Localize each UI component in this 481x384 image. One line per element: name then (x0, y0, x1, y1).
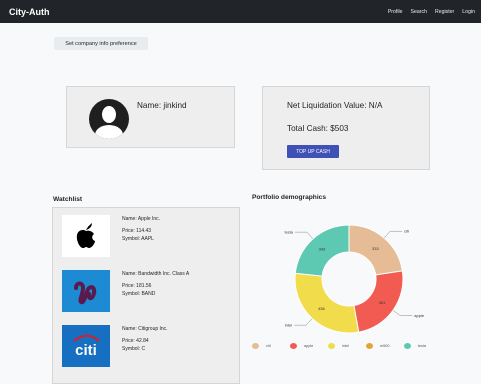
legend-label-citi: citi (266, 344, 271, 348)
svg-text:citi: citi (75, 342, 97, 359)
watchlist-panel: Name: Apple Inc. Price: 114.43 Symbol: A… (52, 207, 240, 384)
profile-card: Name: jinkind (66, 86, 235, 148)
stock-name: Name: Apple Inc. (122, 216, 161, 222)
legend-item-intel[interactable]: intel (328, 341, 366, 351)
profile-name: Name: jinkind (137, 101, 187, 110)
leader-line-tesla (294, 231, 314, 239)
stock-name: Name: Bandwidth Inc. Class A (122, 271, 190, 277)
stock-price: Price: 114.43 (122, 228, 152, 234)
stock-price: Price: 42.84 (122, 338, 149, 344)
bandwidth-logo (62, 270, 110, 312)
net-liquidation-value: Net Liquidation Value: N/A (287, 101, 383, 110)
slice-label-citi: citi (404, 229, 409, 234)
watchlist-item[interactable]: Name: Bandwidth Inc. Class A Price: 181.… (62, 270, 237, 316)
nav-search-link[interactable]: Search (411, 9, 427, 15)
slice-label-intel: intel (285, 323, 292, 328)
set-company-preference-button[interactable]: Set company info preference (54, 37, 148, 50)
total-cash: Total Cash: $503 (287, 124, 349, 133)
citi-logo-icon: citi (73, 334, 100, 359)
legend-item-tesla[interactable]: tesla (404, 341, 442, 351)
legend-swatch-citi (252, 343, 259, 349)
leader-line-intel (294, 318, 313, 326)
leader-line-citi (384, 230, 403, 239)
apple-logo-icon (76, 223, 95, 248)
nav-register-link[interactable]: Register (435, 9, 454, 15)
leader-line-apple (392, 310, 413, 316)
legend-swatch-intel (328, 343, 335, 349)
stock-name: Name: Citigroup Inc. (122, 326, 168, 332)
stock-symbol: Symbol: C (122, 346, 146, 352)
legend-label-intel: intel (342, 344, 349, 348)
watchlist-item[interactable]: Name: Apple Inc. Price: 114.43 Symbol: A… (62, 215, 237, 261)
watchlist-title: Watchlist (53, 196, 83, 203)
legend-swatch-tesla (404, 343, 411, 349)
slice-value-tesla: 343 (319, 246, 326, 251)
nav-links: Profile Search Register Login (388, 9, 475, 15)
slice-value-intel: 436 (318, 306, 325, 311)
legend-item-m500[interactable]: m500 (366, 341, 404, 351)
legend-swatch-apple (290, 343, 297, 349)
slice-label-tesla: tesla (284, 230, 293, 235)
stock-price: Price: 181.56 (122, 283, 152, 289)
avatar-icon (89, 99, 129, 139)
stock-symbol: Symbol: AAPL (122, 236, 154, 242)
legend-swatch-m500 (366, 343, 373, 349)
stock-symbol: Symbol: BAND (122, 291, 156, 297)
chart-legend: citi apple intel m500 tesla (252, 341, 481, 351)
citi-logo: citi (62, 325, 110, 367)
legend-item-apple[interactable]: apple (290, 341, 328, 351)
top-navbar: City-Auth Profile Search Register Login (0, 0, 481, 23)
slice-value-apple: 361 (379, 300, 386, 305)
watchlist-item[interactable]: citi Name: Citigroup Inc. Price: 42.84 S… (62, 325, 237, 371)
portfolio-donut-chart: 333 citi 361 apple 436 intel 343 tesla (284, 224, 425, 334)
donut-slice-intel[interactable] (294, 272, 360, 334)
nav-login-link[interactable]: Login (462, 9, 475, 15)
top-up-cash-button[interactable]: TOP UP CASH (287, 145, 339, 158)
legend-label-m500: m500 (380, 344, 390, 348)
account-card: Net Liquidation Value: N/A Total Cash: $… (262, 86, 430, 170)
bandwidth-logo-icon (74, 281, 97, 305)
apple-logo (62, 215, 110, 257)
legend-label-tesla: tesla (418, 344, 427, 348)
legend-label-apple: apple (304, 344, 314, 348)
slice-value-citi: 333 (372, 246, 379, 251)
slice-label-apple: apple (414, 313, 425, 318)
legend-item-citi[interactable]: citi (252, 341, 290, 351)
nav-profile-link[interactable]: Profile (388, 9, 403, 15)
brand-logo[interactable]: City-Auth (9, 7, 50, 17)
